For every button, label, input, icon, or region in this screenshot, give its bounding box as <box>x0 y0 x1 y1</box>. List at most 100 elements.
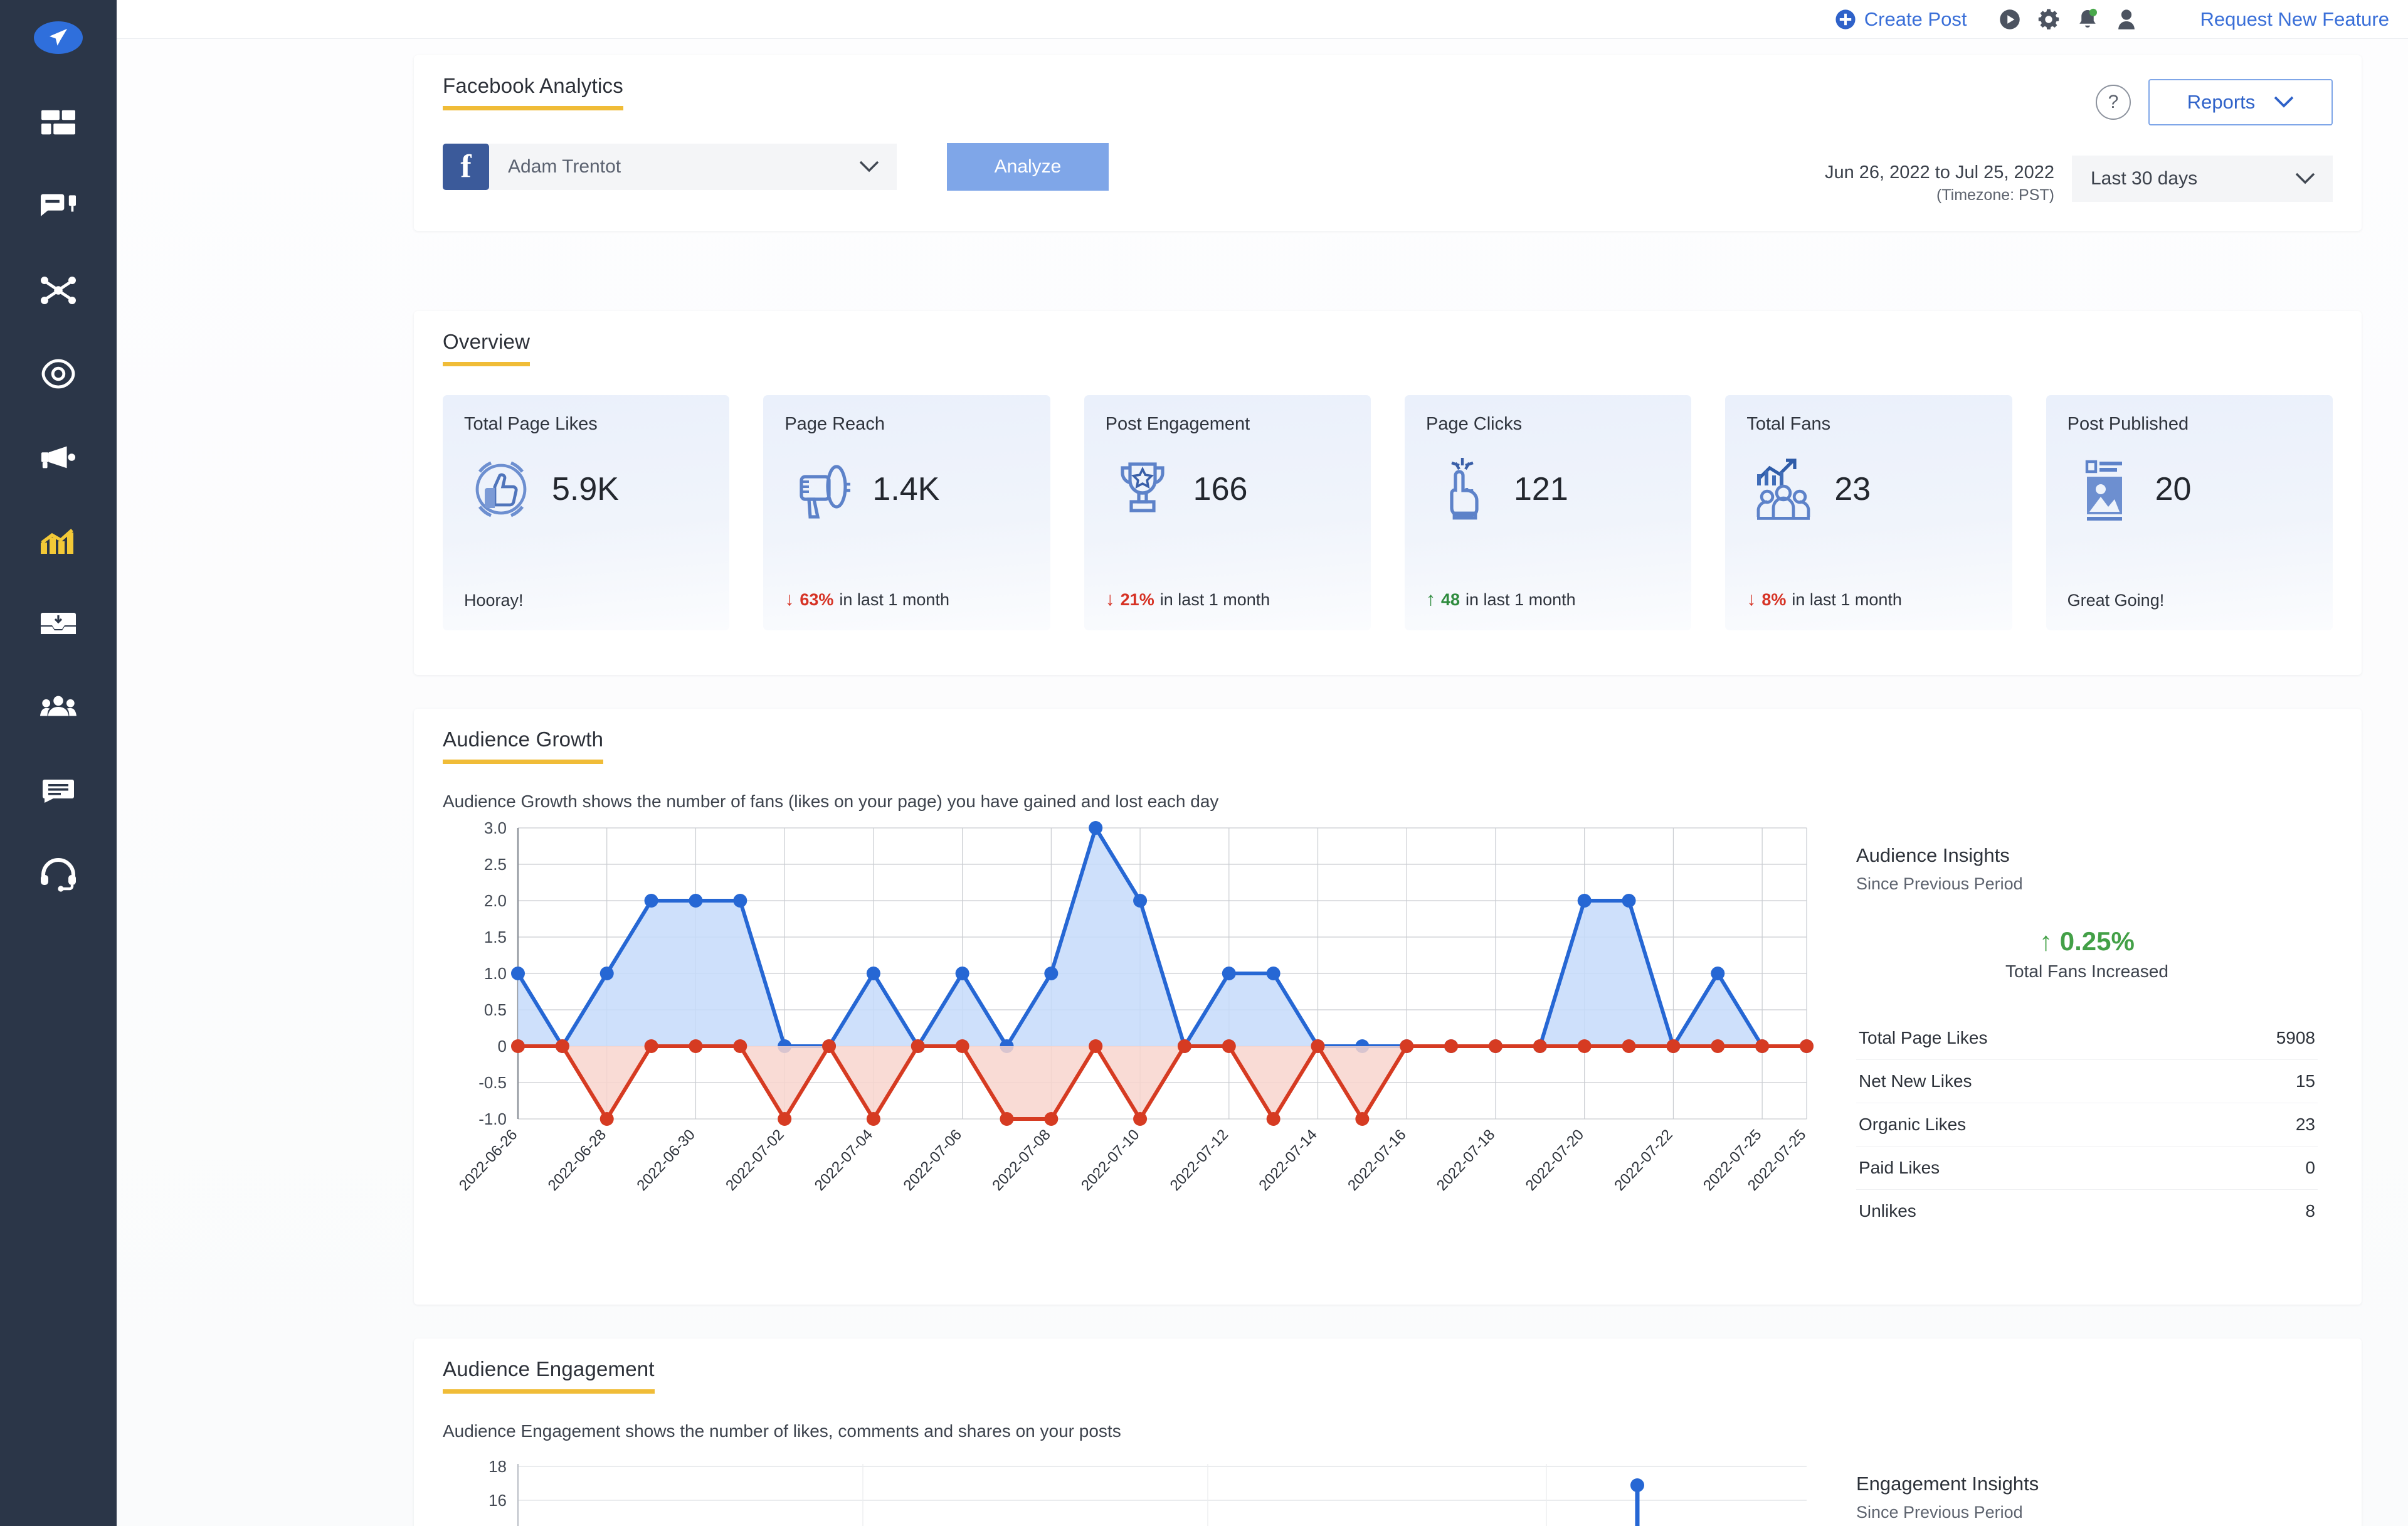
analytics-header-panel: Facebook Analytics f Adam Trentot Analyz… <box>414 55 2362 231</box>
data-point[interactable] <box>1133 894 1147 908</box>
user-profile-button[interactable] <box>2107 0 2146 39</box>
sidebar-item-analytics[interactable] <box>0 499 117 582</box>
data-point[interactable] <box>511 967 525 980</box>
data-point[interactable] <box>867 967 880 980</box>
data-point[interactable] <box>600 967 614 980</box>
data-point[interactable] <box>645 894 658 908</box>
chevron-down-icon <box>2274 96 2294 109</box>
data-point[interactable] <box>956 967 969 980</box>
data-point[interactable] <box>1267 967 1281 980</box>
data-point[interactable] <box>1711 1039 1724 1053</box>
metric-card-page-clicks[interactable]: Page Clicks 121 ↑ 48 in last 1 month <box>1405 395 1691 630</box>
row-label: Total Page Likes <box>1859 1028 1987 1048</box>
account-select[interactable]: Adam Trentot <box>489 144 897 190</box>
x-axis-tick: 2022-07-04 <box>811 1126 876 1194</box>
x-axis-tick: 2022-07-14 <box>1255 1126 1320 1194</box>
metric-card-total-fans[interactable]: Total Fans 23 ↓ 8% in last 1 month <box>1725 395 2012 630</box>
data-point[interactable] <box>511 1039 525 1053</box>
data-point[interactable] <box>556 1039 569 1053</box>
data-point[interactable] <box>1044 1112 1058 1126</box>
data-point[interactable] <box>956 1039 969 1053</box>
y-axis-tick: 2.5 <box>484 855 507 874</box>
data-point[interactable] <box>1222 1039 1236 1053</box>
row-value: 0 <box>2305 1158 2315 1178</box>
row-value: 23 <box>2296 1115 2315 1135</box>
x-axis-tick: 2022-07-18 <box>1434 1126 1498 1194</box>
tab-audience-growth[interactable]: Audience Growth <box>443 728 603 764</box>
sidebar-item-network[interactable] <box>0 248 117 332</box>
data-point[interactable] <box>1133 1112 1147 1126</box>
play-circle-button[interactable] <box>1990 0 2029 39</box>
metric-card-post-published[interactable]: Post Published 20 Great Going! <box>2046 395 2333 630</box>
data-point[interactable] <box>1400 1039 1413 1053</box>
audience-growth-chart[interactable]: 3.02.52.01.51.00.50-0.5-1.02022-06-26202… <box>443 818 1841 1260</box>
bell-icon <box>2077 8 2098 31</box>
data-point[interactable] <box>822 1039 836 1053</box>
audience-engagement-chart[interactable]: 181614 <box>443 1448 1841 1526</box>
x-axis-tick: 2022-07-12 <box>1167 1126 1232 1194</box>
tab-overview[interactable]: Overview <box>443 330 530 366</box>
data-point[interactable] <box>911 1039 925 1053</box>
data-point[interactable] <box>689 894 702 908</box>
data-point[interactable] <box>1089 1039 1102 1053</box>
data-point[interactable] <box>1533 1039 1547 1053</box>
metric-footer: ↓ 63% in last 1 month <box>784 589 949 610</box>
data-point[interactable] <box>1622 894 1636 908</box>
data-point[interactable] <box>1630 1478 1644 1492</box>
metric-title: Total Fans <box>1746 414 1990 435</box>
sidebar-item-support[interactable] <box>0 832 117 916</box>
sidebar-item-target[interactable] <box>0 332 117 415</box>
data-point[interactable] <box>778 1112 791 1126</box>
metric-card-total-page-likes[interactable]: Total Page Likes 5.9K Hooray! <box>443 395 729 630</box>
sidebar-item-inbox[interactable] <box>0 582 117 665</box>
create-post-button[interactable]: Create Post <box>1835 8 1967 31</box>
date-range-select[interactable]: Last 30 days <box>2072 156 2333 202</box>
reports-dropdown-button[interactable]: Reports <box>2148 79 2333 125</box>
data-point[interactable] <box>1578 1039 1592 1053</box>
data-point[interactable] <box>1089 821 1102 835</box>
data-point[interactable] <box>1622 1039 1636 1053</box>
sidebar-item-audience[interactable] <box>0 665 117 749</box>
metric-delta-suffix: in last 1 month <box>1465 590 1576 610</box>
metric-title: Page Clicks <box>1426 414 1670 435</box>
data-point[interactable] <box>1444 1039 1458 1053</box>
data-point[interactable] <box>1666 1039 1680 1053</box>
target-icon <box>42 359 75 388</box>
sidebar-item-content[interactable] <box>0 749 117 832</box>
data-point[interactable] <box>1711 967 1724 980</box>
data-point[interactable] <box>867 1112 880 1126</box>
metric-card-page-reach[interactable]: Page Reach 1.4K ↓ 63% in last 1 month <box>763 395 1050 630</box>
data-point[interactable] <box>1800 1039 1814 1053</box>
data-point[interactable] <box>645 1039 658 1053</box>
request-new-feature-link[interactable]: Request New Feature <box>2200 8 2389 31</box>
data-point[interactable] <box>733 1039 747 1053</box>
data-point[interactable] <box>1267 1112 1281 1126</box>
sidebar-item-dashboard[interactable] <box>0 82 117 165</box>
data-point[interactable] <box>1755 1039 1769 1053</box>
data-point[interactable] <box>689 1039 702 1053</box>
data-point[interactable] <box>1355 1112 1369 1126</box>
arrow-up-icon: ↑ <box>2039 926 2052 956</box>
notifications-button[interactable] <box>2068 0 2107 39</box>
help-icon[interactable]: ? <box>2096 85 2131 120</box>
data-point[interactable] <box>1578 894 1592 908</box>
overview-panel: Overview Total Page Likes 5.9K Hooray! P… <box>414 311 2362 675</box>
arrow-down-icon: ↓ <box>1746 589 1756 610</box>
metric-value: 1.4K <box>872 470 939 508</box>
tab-audience-engagement[interactable]: Audience Engagement <box>443 1357 655 1394</box>
app-logo[interactable] <box>33 20 83 55</box>
settings-button[interactable] <box>2029 0 2068 39</box>
metric-title: Page Reach <box>784 414 1028 435</box>
data-point[interactable] <box>600 1112 614 1126</box>
data-point[interactable] <box>1489 1039 1502 1053</box>
data-point[interactable] <box>733 894 747 908</box>
data-point[interactable] <box>1000 1112 1013 1126</box>
sidebar-item-megaphone[interactable] <box>0 415 117 499</box>
metric-card-post-engagement[interactable]: Post Engagement 166 ↓ 21% in last 1 mont… <box>1084 395 1371 630</box>
data-point[interactable] <box>1311 1039 1325 1053</box>
data-point[interactable] <box>1222 967 1236 980</box>
data-point[interactable] <box>1044 967 1058 980</box>
analyze-button[interactable]: Analyze <box>947 143 1109 191</box>
sidebar-item-compose[interactable] <box>0 165 117 248</box>
data-point[interactable] <box>1178 1039 1191 1053</box>
